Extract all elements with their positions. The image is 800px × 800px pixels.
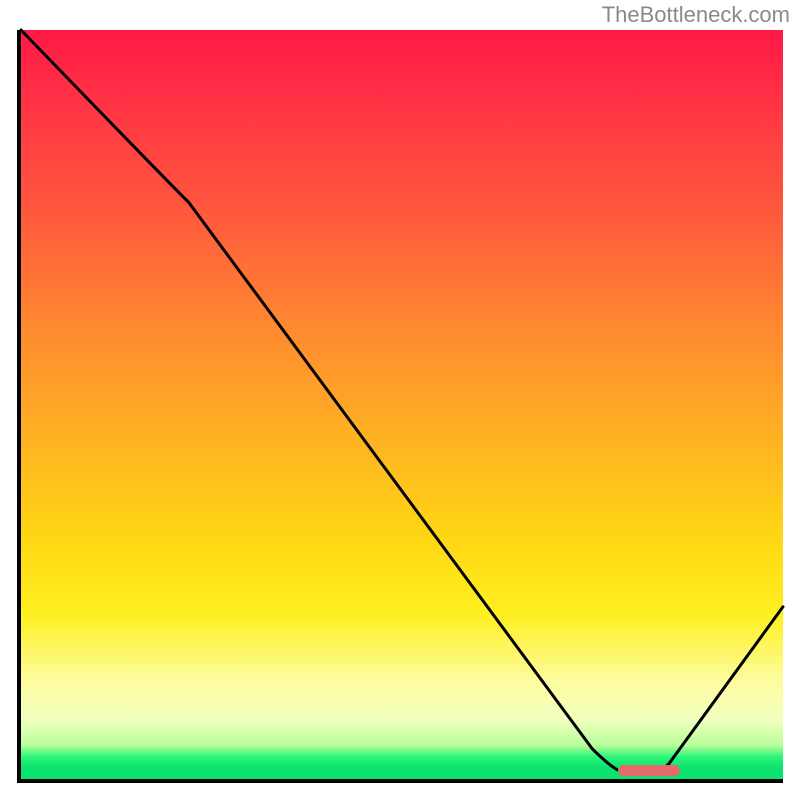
optimal-range-marker (618, 765, 679, 776)
curve-path (21, 30, 783, 772)
attribution-text: TheBottleneck.com (602, 2, 790, 28)
bottleneck-curve (21, 30, 783, 779)
chart-plot-area (17, 30, 783, 783)
